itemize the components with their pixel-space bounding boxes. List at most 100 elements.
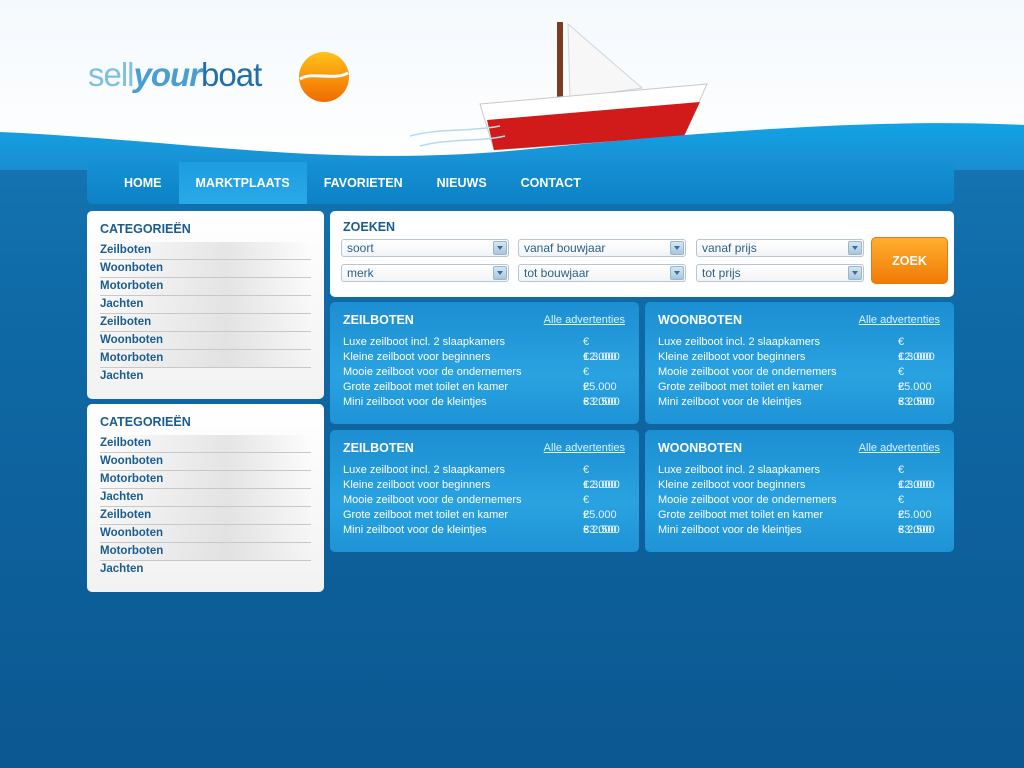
listing-price: € 2.500 <box>583 396 620 408</box>
listing-row[interactable]: Grote zeilboot met toilet en kamer € 33.0… <box>658 508 940 536</box>
category-item[interactable]: Zeilboten <box>100 435 311 453</box>
chevron-down-icon <box>493 241 507 255</box>
soort-select-value: soort <box>347 241 374 255</box>
listing-row[interactable]: Mooie zeilboot voor de ondernemers € 25.0… <box>343 493 625 521</box>
chevron-down-icon <box>670 266 684 280</box>
vanaf-bouwjaar-select[interactable]: vanaf bouwjaar <box>518 239 686 257</box>
listing-row[interactable]: Kleine zeilboot voor beginners € 3.000 <box>343 478 625 493</box>
listing-row[interactable]: Mooie zeilboot voor de ondernemers € 25.0… <box>343 365 625 393</box>
listing-name: Grote zeilboot met toilet en kamer <box>658 509 824 521</box>
listing-name: Mooie zeilboot voor de ondernemers <box>343 366 522 378</box>
listing-price: € 3.000 <box>898 479 935 491</box>
listing-row[interactable]: Luxe zeilboot incl. 2 slaapkamers € 12.00… <box>658 335 940 363</box>
search-title: ZOEKEN <box>343 220 396 234</box>
listing-row[interactable]: Mini zeilboot voor de kleintjes € 2.500 <box>343 395 625 410</box>
category-item[interactable]: Jachten <box>100 296 311 314</box>
category-item[interactable]: Motorboten <box>100 278 311 296</box>
listing-price: € 12.000 <box>583 336 617 363</box>
listing-name: Grote zeilboot met toilet en kamer <box>343 509 509 521</box>
listing-name: Luxe zeilboot incl. 2 slaapkamers <box>343 464 506 476</box>
soort-select[interactable]: soort <box>341 239 509 257</box>
tot-bouwjaar-select[interactable]: tot bouwjaar <box>518 264 686 282</box>
listing-name: Luxe zeilboot incl. 2 slaapkamers <box>343 336 506 348</box>
listing-row[interactable]: Mini zeilboot voor de kleintjes € 2.500 <box>343 523 625 538</box>
listing-panel-woonboten: WOONBOTEN Alle advertenties Luxe zeilboo… <box>645 302 954 424</box>
nav-contact[interactable]: CONTACT <box>504 162 598 204</box>
listing-row[interactable]: Luxe zeilboot incl. 2 slaapkamers € 12.00… <box>343 335 625 363</box>
listing-price: € 25.000 <box>898 366 932 393</box>
listing-row[interactable]: Luxe zeilboot incl. 2 slaapkamers € 12.00… <box>343 463 625 491</box>
nav-marktplaats[interactable]: MARKTPLAATS <box>178 162 307 204</box>
category-item[interactable]: Motorboten <box>100 471 311 489</box>
listing-price: € 3.000 <box>583 351 620 363</box>
category-item[interactable]: Motorboten <box>100 543 311 561</box>
merk-select-value: merk <box>347 266 374 280</box>
listing-price: € 25.000 <box>898 494 932 521</box>
listing-name: Luxe zeilboot incl. 2 slaapkamers <box>658 464 821 476</box>
category-box: CATEGORIEËN Zeilboten Woonboten Motorbot… <box>87 211 324 399</box>
nav-home[interactable]: HOME <box>107 162 179 204</box>
listing-panel-woonboten: WOONBOTEN Alle advertenties Luxe zeilboo… <box>645 430 954 552</box>
all-ads-link[interactable]: Alle advertenties <box>544 314 625 326</box>
category-list: Zeilboten Woonboten Motorboten Jachten Z… <box>87 242 324 385</box>
category-item[interactable]: Jachten <box>100 561 311 578</box>
listing-panel-zeilboten: ZEILBOTEN Alle advertenties Luxe zeilboo… <box>330 302 639 424</box>
search-box: ZOEKEN soort vanaf bouwjaar vanaf prijs … <box>330 211 954 297</box>
merk-select[interactable]: merk <box>341 264 509 282</box>
zoek-button[interactable]: ZOEK <box>871 237 948 284</box>
category-item[interactable]: Motorboten <box>100 350 311 368</box>
panel-title: ZEILBOTEN <box>343 441 414 455</box>
listing-name: Grote zeilboot met toilet en kamer <box>658 381 824 393</box>
vanaf-prijs-select[interactable]: vanaf prijs <box>696 239 864 257</box>
vanaf-bouwjaar-select-value: vanaf bouwjaar <box>524 241 606 255</box>
listing-name: Kleine zeilboot voor beginners <box>343 479 491 491</box>
category-item[interactable]: Woonboten <box>100 453 311 471</box>
listing-price: € 2.500 <box>583 524 620 536</box>
listing-price: € 2.500 <box>898 524 935 536</box>
nav-nieuws[interactable]: NIEUWS <box>420 162 504 204</box>
category-box: CATEGORIEËN Zeilboten Woonboten Motorbot… <box>87 404 324 592</box>
nav-favorieten[interactable]: FAVORIETEN <box>307 162 420 204</box>
listing-price: € 12.000 <box>898 336 932 363</box>
listing-row[interactable]: Mooie zeilboot voor de ondernemers € 25.0… <box>658 365 940 393</box>
category-item[interactable]: Woonboten <box>100 260 311 278</box>
listing-price: € 33.000 <box>898 381 932 408</box>
all-ads-link[interactable]: Alle advertenties <box>859 442 940 454</box>
listing-row[interactable]: Mini zeilboot voor de kleintjes € 2.500 <box>658 395 940 410</box>
category-item[interactable]: Jachten <box>100 489 311 507</box>
all-ads-link[interactable]: Alle advertenties <box>859 314 940 326</box>
listing-name: Mini zeilboot voor de kleintjes <box>658 396 802 408</box>
listing-row[interactable]: Grote zeilboot met toilet en kamer € 33.0… <box>658 380 940 408</box>
all-ads-link[interactable]: Alle advertenties <box>544 442 625 454</box>
listing-price: € 3.000 <box>583 479 620 491</box>
listing-row[interactable]: Kleine zeilboot voor beginners € 3.000 <box>658 350 940 365</box>
tot-prijs-select-value: tot prijs <box>702 266 741 280</box>
category-item[interactable]: Zeilboten <box>100 507 311 525</box>
listing-price: € 3.000 <box>898 351 935 363</box>
listing-price: € 33.000 <box>583 509 617 536</box>
site-logo[interactable]: sellyourboat <box>88 56 262 94</box>
listing-price: € 33.000 <box>583 381 617 408</box>
category-item[interactable]: Woonboten <box>100 332 311 350</box>
listing-row[interactable]: Mini zeilboot voor de kleintjes € 2.500 <box>658 523 940 538</box>
listing-name: Kleine zeilboot voor beginners <box>343 351 491 363</box>
listing-name: Mini zeilboot voor de kleintjes <box>343 524 487 536</box>
listing-row[interactable]: Luxe zeilboot incl. 2 slaapkamers € 12.00… <box>658 463 940 491</box>
category-item[interactable]: Zeilboten <box>100 314 311 332</box>
category-item[interactable]: Woonboten <box>100 525 311 543</box>
listing-row[interactable]: Grote zeilboot met toilet en kamer € 33.0… <box>343 380 625 408</box>
listing-row[interactable]: Kleine zeilboot voor beginners € 3.000 <box>658 478 940 493</box>
tot-prijs-select[interactable]: tot prijs <box>696 264 864 282</box>
panel-title: WOONBOTEN <box>658 313 743 327</box>
listing-name: Mini zeilboot voor de kleintjes <box>658 524 802 536</box>
category-item[interactable]: Jachten <box>100 368 311 385</box>
listing-row[interactable]: Mooie zeilboot voor de ondernemers € 25.0… <box>658 493 940 521</box>
listing-name: Mooie zeilboot voor de ondernemers <box>343 494 522 506</box>
sun-logo-icon <box>299 52 349 102</box>
listing-row[interactable]: Grote zeilboot met toilet en kamer € 33.0… <box>343 508 625 536</box>
main-navigation: HOME MARKTPLAATS FAVORIETEN NIEUWS CONTA… <box>87 162 954 204</box>
listing-price: € 25.000 <box>583 366 617 393</box>
category-item[interactable]: Zeilboten <box>100 242 311 260</box>
listing-row[interactable]: Kleine zeilboot voor beginners € 3.000 <box>343 350 625 365</box>
listing-price: € 12.000 <box>898 464 932 491</box>
